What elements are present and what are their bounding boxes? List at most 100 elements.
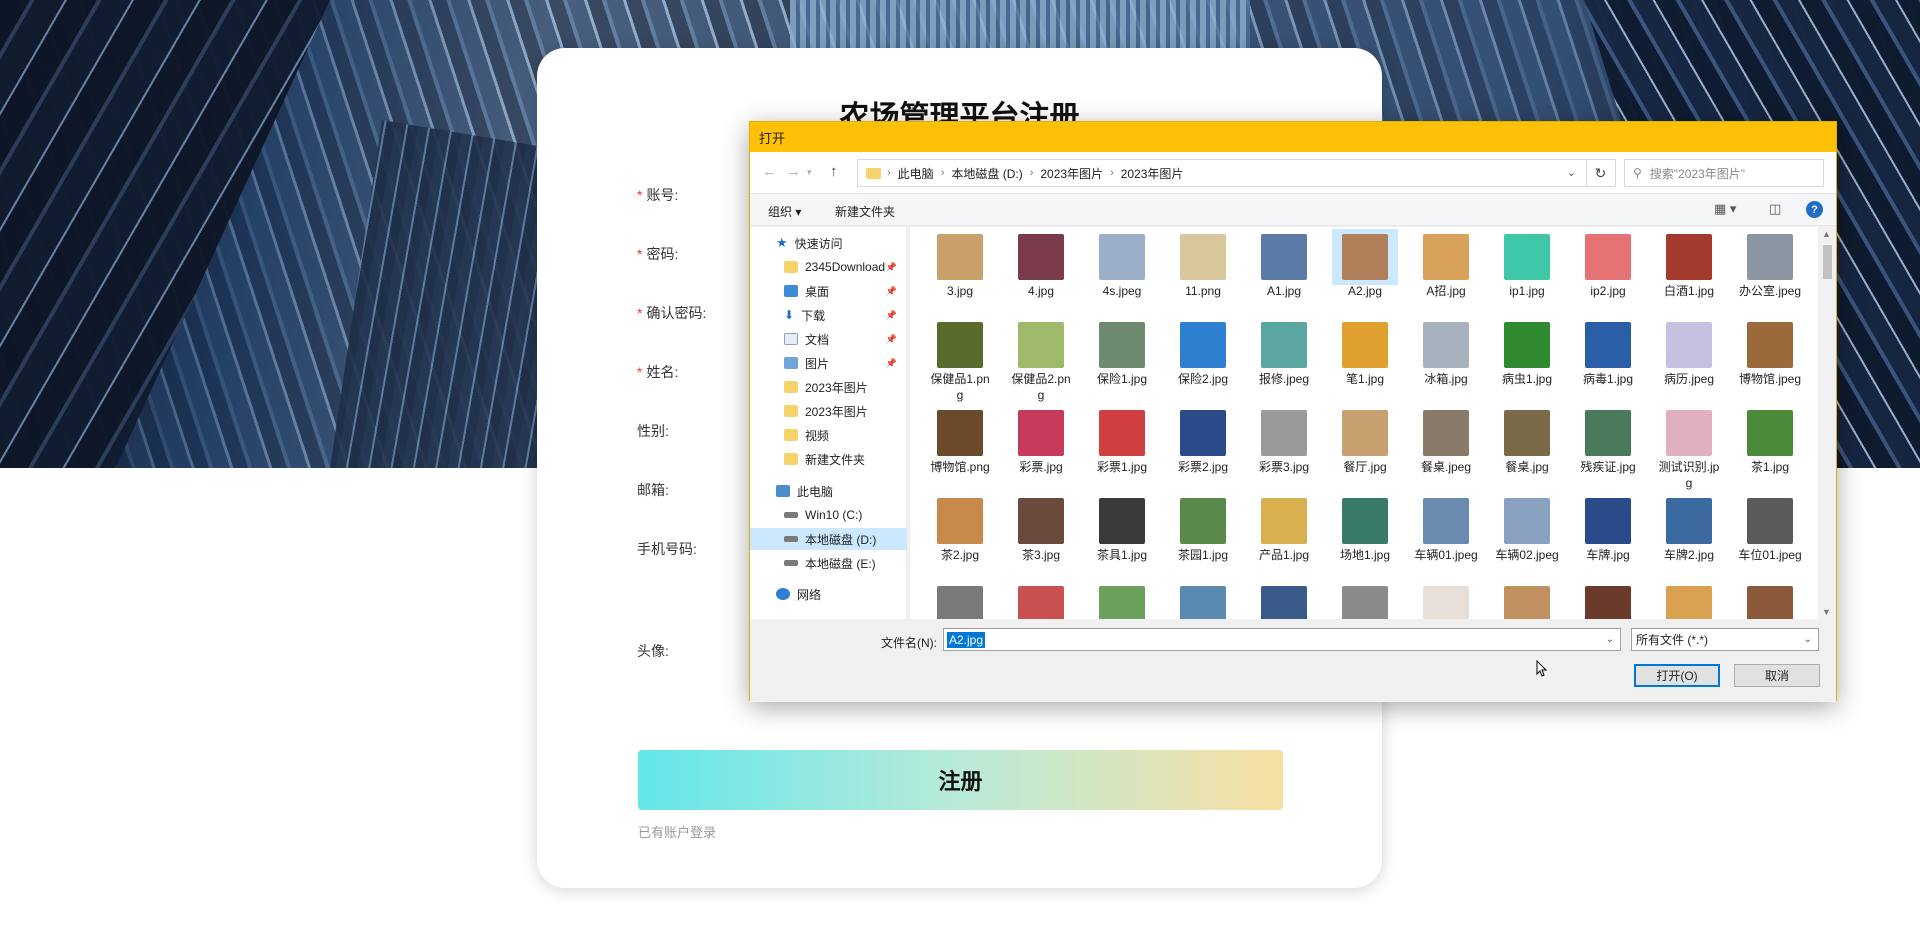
file-item[interactable]: 病虫1.jpg — [1494, 317, 1560, 387]
breadcrumb-item[interactable]: 本地磁盘 (D:) — [951, 165, 1022, 182]
file-item[interactable] — [1494, 581, 1560, 619]
nav-item[interactable]: 此电脑 — [750, 480, 907, 502]
file-item[interactable] — [1089, 581, 1155, 619]
nav-item[interactable]: 本地磁盘 (E:) — [750, 552, 907, 574]
nav-item[interactable]: ★ 快速访问 — [750, 232, 907, 254]
preview-pane-icon[interactable]: ◫ — [1769, 201, 1781, 217]
file-item[interactable]: 餐桌.jpeg — [1413, 405, 1479, 475]
breadcrumb-item[interactable]: 2023年图片 — [1121, 165, 1184, 182]
forward-arrow-icon[interactable]: → — [786, 163, 801, 180]
breadcrumb-item[interactable]: 2023年图片 — [1040, 165, 1103, 182]
file-item[interactable]: ip2.jpg — [1575, 229, 1641, 299]
scroll-up-icon[interactable]: ▲ — [1822, 229, 1831, 239]
chevron-down-icon[interactable]: ⌄ — [1804, 634, 1812, 645]
register-button[interactable]: 注册 — [638, 750, 1283, 810]
file-item[interactable]: 保健品2.png — [1008, 317, 1074, 403]
file-item[interactable]: 笔1.jpg — [1332, 317, 1398, 387]
file-item[interactable]: 测试识别.jpg — [1656, 405, 1722, 491]
view-options-icon[interactable]: ▦ ▾ — [1714, 201, 1736, 217]
file-item[interactable]: 彩票2.jpg — [1170, 405, 1236, 475]
file-item[interactable]: 产品1.jpg — [1251, 493, 1317, 563]
nav-item[interactable]: 2023年图片 — [750, 376, 907, 398]
file-item[interactable]: 餐厅.jpg — [1332, 405, 1398, 475]
nav-item[interactable]: 桌面 📌 — [750, 280, 907, 302]
file-item[interactable]: 茶3.jpg — [1008, 493, 1074, 563]
nav-item[interactable]: ⬇ 下载 📌 — [750, 304, 907, 326]
organize-menu[interactable]: 组织 ▾ — [768, 203, 801, 220]
up-arrow-icon[interactable]: ↑ — [830, 163, 838, 180]
file-item[interactable]: 餐桌.jpg — [1494, 405, 1560, 475]
file-item[interactable]: 3.jpg — [927, 229, 993, 299]
file-item[interactable]: 办公室.jpeg — [1737, 229, 1803, 299]
new-folder-button[interactable]: 新建文件夹 — [835, 203, 895, 220]
file-item[interactable]: 茶园1.jpg — [1170, 493, 1236, 563]
file-item[interactable]: 彩票1.jpg — [1089, 405, 1155, 475]
file-item[interactable]: 保健品1.png — [927, 317, 993, 403]
file-item[interactable]: 病毒1.jpg — [1575, 317, 1641, 387]
file-item[interactable]: 车辆01.jpeg — [1413, 493, 1479, 563]
file-item[interactable] — [1737, 581, 1803, 619]
chevron-down-icon[interactable]: ⌄ — [1567, 166, 1576, 179]
file-item[interactable] — [1332, 581, 1398, 619]
refresh-icon[interactable]: ↻ — [1586, 159, 1616, 187]
dialog-titlebar[interactable]: 打开 — [750, 122, 1836, 152]
file-item[interactable]: 车辆02.jpeg — [1494, 493, 1560, 563]
cancel-button[interactable]: 取消 — [1734, 664, 1820, 687]
file-item[interactable]: 博物馆.png — [927, 405, 993, 475]
help-icon[interactable]: ? — [1806, 201, 1823, 218]
nav-item[interactable]: 新建文件夹 — [750, 448, 907, 470]
path-box[interactable]: › 此电脑 › 本地磁盘 (D:) › 2023年图片 › 2023年图片 ⌄ — [857, 159, 1587, 187]
file-item[interactable]: A招.jpg — [1413, 229, 1479, 299]
file-item[interactable] — [1008, 581, 1074, 619]
breadcrumb-item[interactable]: 此电脑 — [898, 165, 934, 182]
nav-item[interactable]: 网络 — [750, 583, 907, 605]
nav-item[interactable]: 本地磁盘 (D:) — [750, 528, 907, 550]
file-item[interactable]: 博物馆.jpeg — [1737, 317, 1803, 387]
filename-input[interactable]: A2.jpg ⌄ — [943, 628, 1621, 651]
file-item[interactable] — [1251, 581, 1317, 619]
file-item[interactable]: 4s.jpeg — [1089, 229, 1155, 299]
file-item[interactable]: 彩票3.jpg — [1251, 405, 1317, 475]
file-item[interactable]: 残疾证.jpg — [1575, 405, 1641, 475]
nav-item[interactable]: 文档 📌 — [750, 328, 907, 350]
nav-item[interactable]: 2345Download 📌 — [750, 256, 907, 278]
file-item[interactable]: 4.jpg — [1008, 229, 1074, 299]
file-item[interactable]: 白酒1.jpg — [1656, 229, 1722, 299]
file-item[interactable]: 场地1.jpg — [1332, 493, 1398, 563]
file-item[interactable]: 保险1.jpg — [1089, 317, 1155, 387]
scroll-down-icon[interactable]: ▼ — [1822, 607, 1831, 617]
scroll-thumb[interactable] — [1823, 245, 1832, 279]
file-item[interactable]: ip1.jpg — [1494, 229, 1560, 299]
file-item[interactable]: 病历.jpeg — [1656, 317, 1722, 387]
login-link[interactable]: 已有账户登录 — [638, 822, 716, 841]
file-item[interactable]: 冰箱.jpg — [1413, 317, 1479, 387]
file-item[interactable]: A2.jpg — [1332, 229, 1398, 299]
file-item[interactable]: 报修.jpeg — [1251, 317, 1317, 387]
file-item[interactable] — [1413, 581, 1479, 619]
file-item[interactable]: 车牌2.jpg — [1656, 493, 1722, 563]
file-item[interactable] — [1656, 581, 1722, 619]
chevron-down-icon[interactable]: ⌄ — [1606, 634, 1614, 645]
nav-item[interactable]: 视频 — [750, 424, 907, 446]
file-item[interactable]: 茶具1.jpg — [1089, 493, 1155, 563]
file-item[interactable] — [1575, 581, 1641, 619]
file-item[interactable]: A1.jpg — [1251, 229, 1317, 299]
recent-dropdown-icon[interactable]: ▾ — [807, 167, 812, 178]
open-button[interactable]: 打开(O) — [1634, 664, 1720, 687]
file-item[interactable] — [1170, 581, 1236, 619]
file-item[interactable]: 茶1.jpg — [1737, 405, 1803, 475]
filetype-select[interactable]: 所有文件 (*.*) ⌄ — [1631, 628, 1819, 651]
search-input[interactable]: ⚲ 搜索"2023年图片" — [1624, 159, 1824, 187]
nav-item[interactable]: 图片 📌 — [750, 352, 907, 374]
nav-item[interactable]: Win10 (C:) — [750, 504, 907, 526]
file-item[interactable]: 保险2.jpg — [1170, 317, 1236, 387]
file-item[interactable] — [927, 581, 993, 619]
file-item[interactable]: 茶2.jpg — [927, 493, 993, 563]
back-arrow-icon[interactable]: ← — [762, 163, 777, 180]
nav-item[interactable]: 2023年图片 — [750, 400, 907, 422]
file-item[interactable]: 11.png — [1170, 229, 1236, 299]
file-item[interactable]: 车位01.jpeg — [1737, 493, 1803, 563]
file-item[interactable]: 车牌.jpg — [1575, 493, 1641, 563]
file-item[interactable]: 彩票.jpg — [1008, 405, 1074, 475]
file-list-scrollbar[interactable]: ▲ ▼ — [1819, 227, 1836, 619]
